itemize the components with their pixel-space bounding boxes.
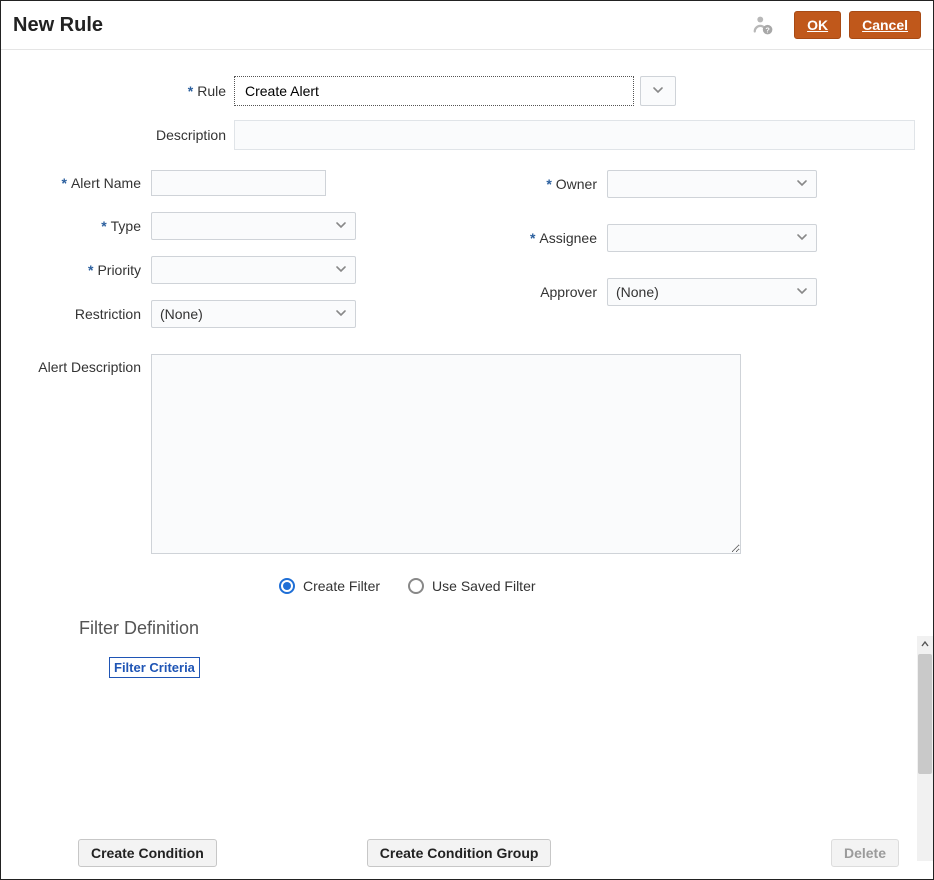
dialog-header: New Rule ? OK Cancel (1, 1, 933, 50)
owner-label: Owner (556, 176, 597, 192)
ok-button-label: OK (807, 17, 828, 33)
radio-create-filter[interactable]: Create Filter (279, 578, 380, 594)
rule-dropdown-button[interactable] (640, 76, 676, 106)
priority-label-wrap: *Priority (19, 262, 151, 278)
required-indicator: * (88, 262, 93, 278)
assignee-label-wrap: *Assignee (487, 230, 607, 246)
approver-select[interactable]: (None) (607, 278, 817, 306)
alert-name-label: Alert Name (71, 175, 141, 191)
bottom-button-row: Create Condition Create Condition Group … (78, 839, 899, 867)
radio-icon (279, 578, 295, 594)
page-title: New Rule (13, 14, 752, 37)
rule-input[interactable] (234, 76, 634, 106)
priority-label: Priority (97, 262, 141, 278)
assignee-select[interactable] (607, 224, 817, 252)
description-label: Description (19, 127, 234, 143)
scroll-thumb[interactable] (918, 654, 932, 774)
ok-button[interactable]: OK (794, 11, 841, 39)
scroll-track[interactable] (917, 774, 933, 861)
restriction-label: Restriction (19, 306, 151, 322)
create-condition-group-button[interactable]: Create Condition Group (367, 839, 552, 867)
dialog-new-rule: New Rule ? OK Cancel *Rule (0, 0, 934, 880)
svg-text:?: ? (765, 26, 770, 35)
chevron-down-icon (796, 177, 808, 192)
restriction-value: (None) (160, 306, 203, 322)
filter-definition-title: Filter Definition (79, 618, 915, 639)
approver-value: (None) (616, 284, 659, 300)
chevron-down-icon (335, 263, 347, 278)
required-indicator: * (101, 218, 106, 234)
two-column-fields: *Alert Name *Type (19, 170, 915, 344)
owner-label-wrap: * Owner (487, 176, 607, 192)
chevron-down-icon (796, 285, 808, 300)
required-indicator: * (62, 175, 67, 191)
filter-scrollbar[interactable] (917, 636, 933, 861)
delete-button: Delete (831, 839, 899, 867)
filter-definition-section: Filter Definition Filter Criteria (19, 618, 915, 678)
chevron-down-icon (652, 84, 664, 99)
scroll-up-button[interactable] (917, 636, 933, 652)
required-indicator: * (546, 176, 551, 192)
chevron-down-icon (335, 219, 347, 234)
create-condition-button[interactable]: Create Condition (78, 839, 217, 867)
chevron-down-icon (796, 231, 808, 246)
assignee-label: Assignee (539, 230, 597, 246)
rule-label-wrap: *Rule (19, 83, 234, 99)
alert-name-input[interactable] (151, 170, 326, 196)
chevron-down-icon (335, 307, 347, 322)
alert-name-label-wrap: *Alert Name (19, 175, 151, 191)
radio-icon (408, 578, 424, 594)
left-column: *Alert Name *Type (19, 170, 447, 344)
required-indicator: * (188, 83, 193, 99)
alert-description-label: Alert Description (19, 354, 151, 554)
radio-use-saved-filter-label: Use Saved Filter (432, 578, 535, 594)
required-indicator: * (530, 230, 535, 246)
type-label-wrap: * Type (19, 218, 151, 234)
filter-mode-radio-group: Create Filter Use Saved Filter (19, 578, 915, 594)
cancel-button-label: Cancel (862, 17, 908, 33)
owner-select[interactable] (607, 170, 817, 198)
type-label: Type (111, 218, 141, 234)
alert-description-textarea[interactable] (151, 354, 741, 554)
radio-use-saved-filter[interactable]: Use Saved Filter (408, 578, 535, 594)
type-select[interactable] (151, 212, 356, 240)
restriction-select[interactable]: (None) (151, 300, 356, 328)
cancel-button[interactable]: Cancel (849, 11, 921, 39)
priority-select[interactable] (151, 256, 356, 284)
person-help-icon[interactable]: ? (752, 14, 774, 36)
form-area: *Rule Description *Alert Name (1, 50, 933, 678)
alert-description-row: Alert Description (19, 354, 915, 554)
rule-label: Rule (197, 83, 226, 99)
right-column: *Owner *Assignee (487, 170, 915, 344)
filter-criteria-tab[interactable]: Filter Criteria (109, 657, 200, 678)
radio-create-filter-label: Create Filter (303, 578, 380, 594)
approver-label: Approver (487, 284, 607, 300)
description-input[interactable] (234, 120, 915, 150)
